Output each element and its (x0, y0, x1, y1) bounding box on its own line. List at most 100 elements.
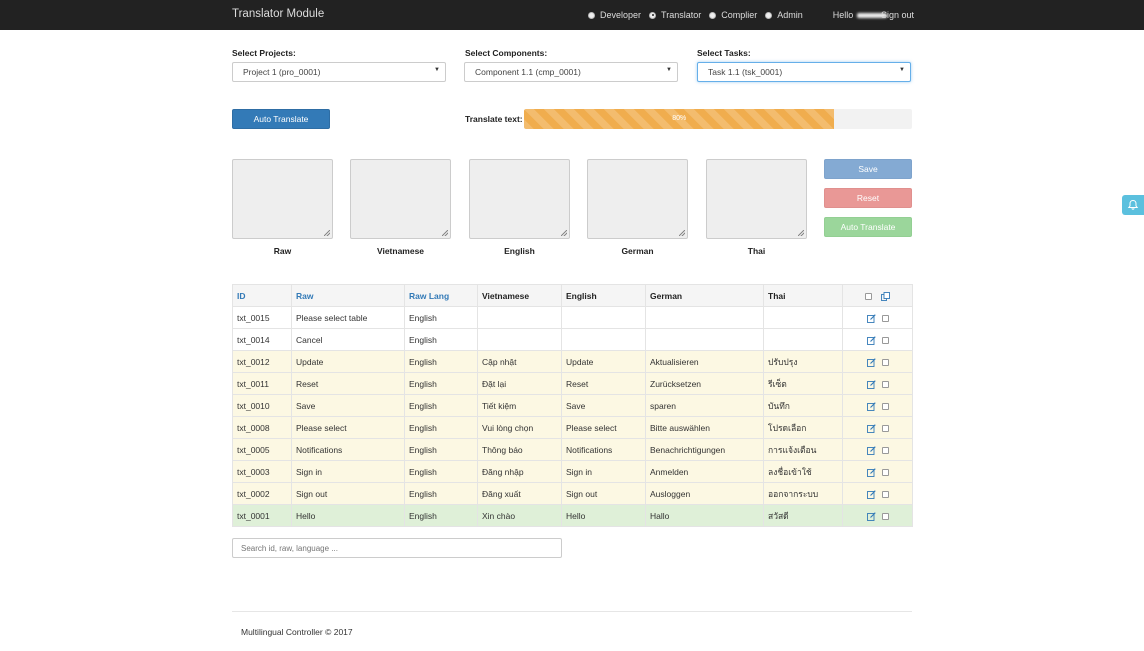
german-field-label: German (621, 246, 654, 256)
table-row[interactable]: txt_0008 Please select English Vui lòng chọ… (232, 416, 913, 439)
table-row[interactable]: txt_0011 Reset English Đặt lại Reset Zurückse… (232, 372, 913, 395)
english-cell: Notifications (561, 438, 646, 461)
app-title[interactable]: Translator Module (232, 8, 324, 20)
raw-cell: Sign in (291, 460, 405, 483)
english-cell (561, 306, 646, 329)
raw-cell: Please select table (291, 306, 405, 329)
row-checkbox[interactable] (881, 468, 889, 476)
edit-icon[interactable] (866, 489, 876, 499)
sort-raw-header[interactable]: Raw (291, 284, 405, 307)
thai-textarea[interactable] (706, 159, 807, 239)
table-row[interactable]: txt_0005 Notifications English Thông báo Not… (232, 438, 913, 461)
english-cell: Sign in (561, 460, 646, 483)
edit-icon[interactable] (866, 313, 876, 323)
edit-icon[interactable] (866, 401, 876, 411)
role-complier[interactable]: Complier (709, 10, 757, 20)
auto-translate-side-button[interactable]: Auto Translate (824, 217, 912, 237)
row-checkbox[interactable] (881, 380, 889, 388)
table-row[interactable]: txt_0012 Update English Cập nhật Update Aktua… (232, 350, 913, 373)
german-textarea[interactable] (587, 159, 688, 239)
thai-cell: ปรับปรุง (763, 350, 843, 373)
notification-toggle[interactable] (1122, 195, 1144, 215)
vietnamese-textarea[interactable] (350, 159, 451, 239)
resize-grip-icon[interactable] (324, 230, 330, 236)
edit-icon[interactable] (866, 423, 876, 433)
table-row[interactable]: txt_0003 Sign in English Đăng nhập Sign in An… (232, 460, 913, 483)
row-actions (842, 504, 913, 527)
signout-link[interactable]: Sign out (881, 10, 914, 20)
auto-translate-button[interactable]: Auto Translate (232, 109, 330, 129)
role-developer[interactable]: Developer (588, 10, 641, 20)
thai-cell: ออกจากระบบ (763, 482, 843, 505)
thai-cell: การแจ้งเตือน (763, 438, 843, 461)
thai-cell: ลงชื่อเข้าใช้ (763, 460, 843, 483)
resize-grip-icon[interactable] (442, 230, 448, 236)
row-actions (842, 438, 913, 461)
english-textarea[interactable] (469, 159, 570, 239)
table-row[interactable]: txt_0014 Cancel English (232, 328, 913, 351)
raw-cell: Sign out (291, 482, 405, 505)
radio-icon[interactable] (765, 11, 773, 19)
row-checkbox[interactable] (881, 446, 889, 454)
resize-grip-icon[interactable] (798, 230, 804, 236)
english-cell (561, 328, 646, 351)
row-actions (842, 482, 913, 505)
vietnamese-cell: Xin chào (477, 504, 562, 527)
tasks-label: Select Tasks: (697, 48, 751, 58)
role-admin[interactable]: Admin (765, 10, 803, 20)
search-input[interactable] (232, 538, 562, 558)
row-checkbox[interactable] (881, 512, 889, 520)
actions-header (842, 284, 913, 307)
table-row[interactable]: txt_0001 Hello English Xin chào Hello Hallo สว… (232, 504, 913, 527)
sort-rawlang-header[interactable]: Raw Lang (404, 284, 478, 307)
reset-button[interactable]: Reset (824, 188, 912, 208)
vietnamese-header: Vietnamese (477, 284, 562, 307)
row-checkbox[interactable] (881, 490, 889, 498)
components-select[interactable]: Component 1.1 (cmp_0001) ▼ (464, 62, 678, 82)
thai-cell: โปรดเลือก (763, 416, 843, 439)
edit-icon[interactable] (866, 357, 876, 367)
table-row[interactable]: txt_0010 Save English Tiết kiệm Save sparen บั… (232, 394, 913, 417)
radio-checked-icon[interactable] (649, 11, 657, 19)
id-cell: txt_0011 (232, 372, 292, 395)
save-button[interactable]: Save (824, 159, 912, 179)
row-checkbox[interactable] (881, 336, 889, 344)
german-cell: Aktualisieren (645, 350, 764, 373)
sort-id-header[interactable]: ID (232, 284, 292, 307)
edit-icon[interactable] (866, 335, 876, 345)
table-row[interactable]: txt_0015 Please select table English (232, 306, 913, 329)
edit-icon[interactable] (866, 379, 876, 389)
components-value: Component 1.1 (cmp_0001) (475, 67, 581, 77)
select-all-checkbox[interactable] (865, 292, 873, 300)
vietnamese-cell: Đăng nhập (477, 460, 562, 483)
table-row[interactable]: txt_0002 Sign out English Đăng xuất Sign out… (232, 482, 913, 505)
resize-grip-icon[interactable] (679, 230, 685, 236)
edit-icon[interactable] (866, 445, 876, 455)
edit-icon[interactable] (866, 467, 876, 477)
resize-grip-icon[interactable] (561, 230, 567, 236)
role-translator[interactable]: Translator (649, 10, 701, 20)
tasks-select[interactable]: Task 1.1 (tsk_0001) ▼ (697, 62, 911, 82)
radio-icon[interactable] (588, 11, 595, 19)
radio-icon[interactable] (709, 11, 717, 19)
row-actions (842, 306, 913, 329)
edit-icon[interactable] (866, 511, 876, 521)
german-cell: Ausloggen (645, 482, 764, 505)
vietnamese-cell: Vui lòng chọn (477, 416, 562, 439)
caret-down-icon: ▼ (899, 67, 905, 73)
row-checkbox[interactable] (881, 314, 889, 322)
projects-select[interactable]: Project 1 (pro_0001) ▼ (232, 62, 446, 82)
english-cell: Sign out (561, 482, 646, 505)
raw-textarea[interactable] (232, 159, 333, 239)
components-label: Select Components: (465, 48, 548, 58)
row-checkbox[interactable] (881, 358, 889, 366)
row-checkbox[interactable] (881, 424, 889, 432)
id-cell: txt_0002 (232, 482, 292, 505)
raw-lang-cell: English (404, 394, 478, 417)
raw-cell: Update (291, 350, 405, 373)
vietnamese-cell: Cập nhật (477, 350, 562, 373)
id-cell: txt_0008 (232, 416, 292, 439)
row-checkbox[interactable] (881, 402, 889, 410)
thai-cell: รีเซ็ต (763, 372, 843, 395)
copy-icon[interactable] (880, 291, 890, 301)
